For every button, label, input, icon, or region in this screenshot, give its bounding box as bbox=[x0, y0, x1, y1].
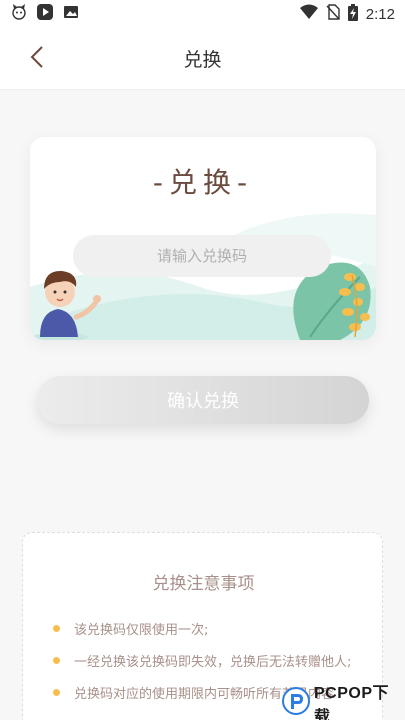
no-sim-icon bbox=[326, 4, 340, 24]
watermark-text: PCPOP下载 bbox=[314, 685, 390, 720]
watermark: PCPOP下载 bbox=[282, 685, 405, 720]
back-button[interactable] bbox=[22, 44, 52, 74]
status-time: 2:12 bbox=[365, 5, 395, 23]
status-right-icons: 2:12 bbox=[299, 3, 395, 25]
redeem-code-input[interactable] bbox=[73, 235, 331, 277]
note-text: 该兑换码仅限使用一次; bbox=[74, 623, 209, 638]
wifi-icon bbox=[299, 4, 318, 24]
pcpop-logo-icon bbox=[282, 687, 310, 719]
redeem-card: -兑换- bbox=[30, 137, 376, 340]
chevron-left-icon bbox=[30, 45, 44, 73]
confirm-redeem-button[interactable]: 确认兑换 bbox=[37, 376, 369, 424]
bullet-dot bbox=[53, 625, 60, 632]
image-icon bbox=[62, 3, 80, 25]
play-store-icon bbox=[36, 3, 54, 25]
cat-notification-icon bbox=[10, 3, 28, 25]
bullet-dot bbox=[53, 689, 60, 696]
note-text: 一经兑换该兑换码即失效，兑换后无法转赠他人; bbox=[74, 655, 352, 670]
list-item: 一经兑换该兑换码即失效，兑换后无法转赠他人; bbox=[53, 651, 351, 670]
nav-bar: 兑换 bbox=[0, 28, 405, 90]
status-bar: 2:12 bbox=[0, 0, 405, 28]
list-item: 该兑换码仅限使用一次; bbox=[53, 619, 208, 638]
card-title: -兑换- bbox=[152, 166, 254, 199]
battery-charging-icon bbox=[347, 3, 358, 25]
status-left-icons bbox=[10, 3, 80, 25]
notes-title: 兑换注意事项 bbox=[152, 574, 255, 594]
bullet-dot bbox=[53, 657, 60, 664]
page-title: 兑换 bbox=[183, 49, 222, 71]
